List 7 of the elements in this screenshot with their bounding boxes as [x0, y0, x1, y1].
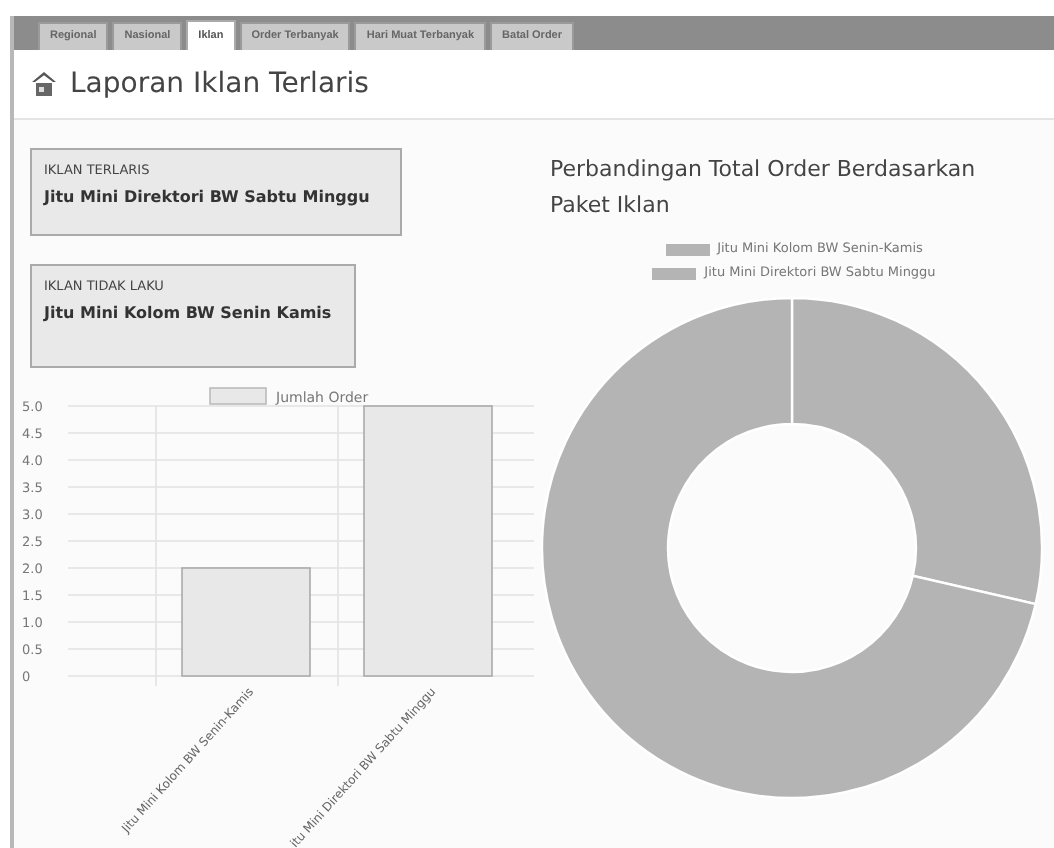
card-value: Jitu Mini Direktori BW Sabtu Minggu — [44, 185, 372, 208]
card-value: Jitu Mini Kolom BW Senin Kamis — [44, 301, 334, 324]
chart-title: Perbandingan Total Order Berdasarkan Paket Iklan — [550, 154, 978, 222]
legend-swatch — [665, 243, 710, 256]
page-title: Laporan Iklan Terlaris — [70, 65, 369, 103]
legend-swatch — [652, 267, 697, 280]
house-icon — [30, 70, 58, 98]
